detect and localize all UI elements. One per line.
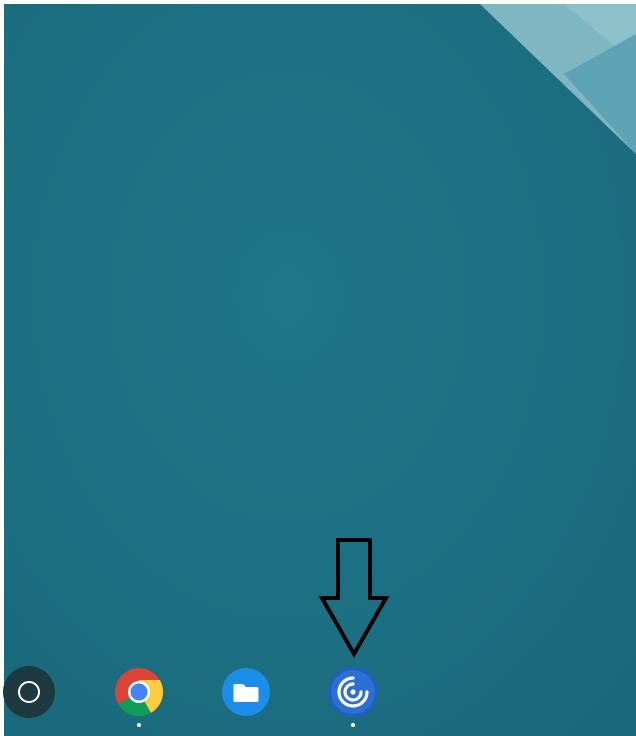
citrix-running-indicator [351,723,355,727]
files-folder-icon [222,668,270,716]
launcher-circle-icon [18,681,40,703]
shelf [0,670,636,736]
shelf-app-chrome[interactable] [113,666,165,718]
shelf-app-files[interactable] [220,666,272,718]
chrome-icon [115,668,164,717]
down-arrow-icon [318,538,390,659]
citrix-workspace-icon [328,667,378,717]
screenshot-frame [0,0,636,736]
shelf-app-citrix-workspace[interactable] [327,666,379,718]
launcher-button[interactable] [3,666,55,718]
chrome-running-indicator [137,723,141,727]
